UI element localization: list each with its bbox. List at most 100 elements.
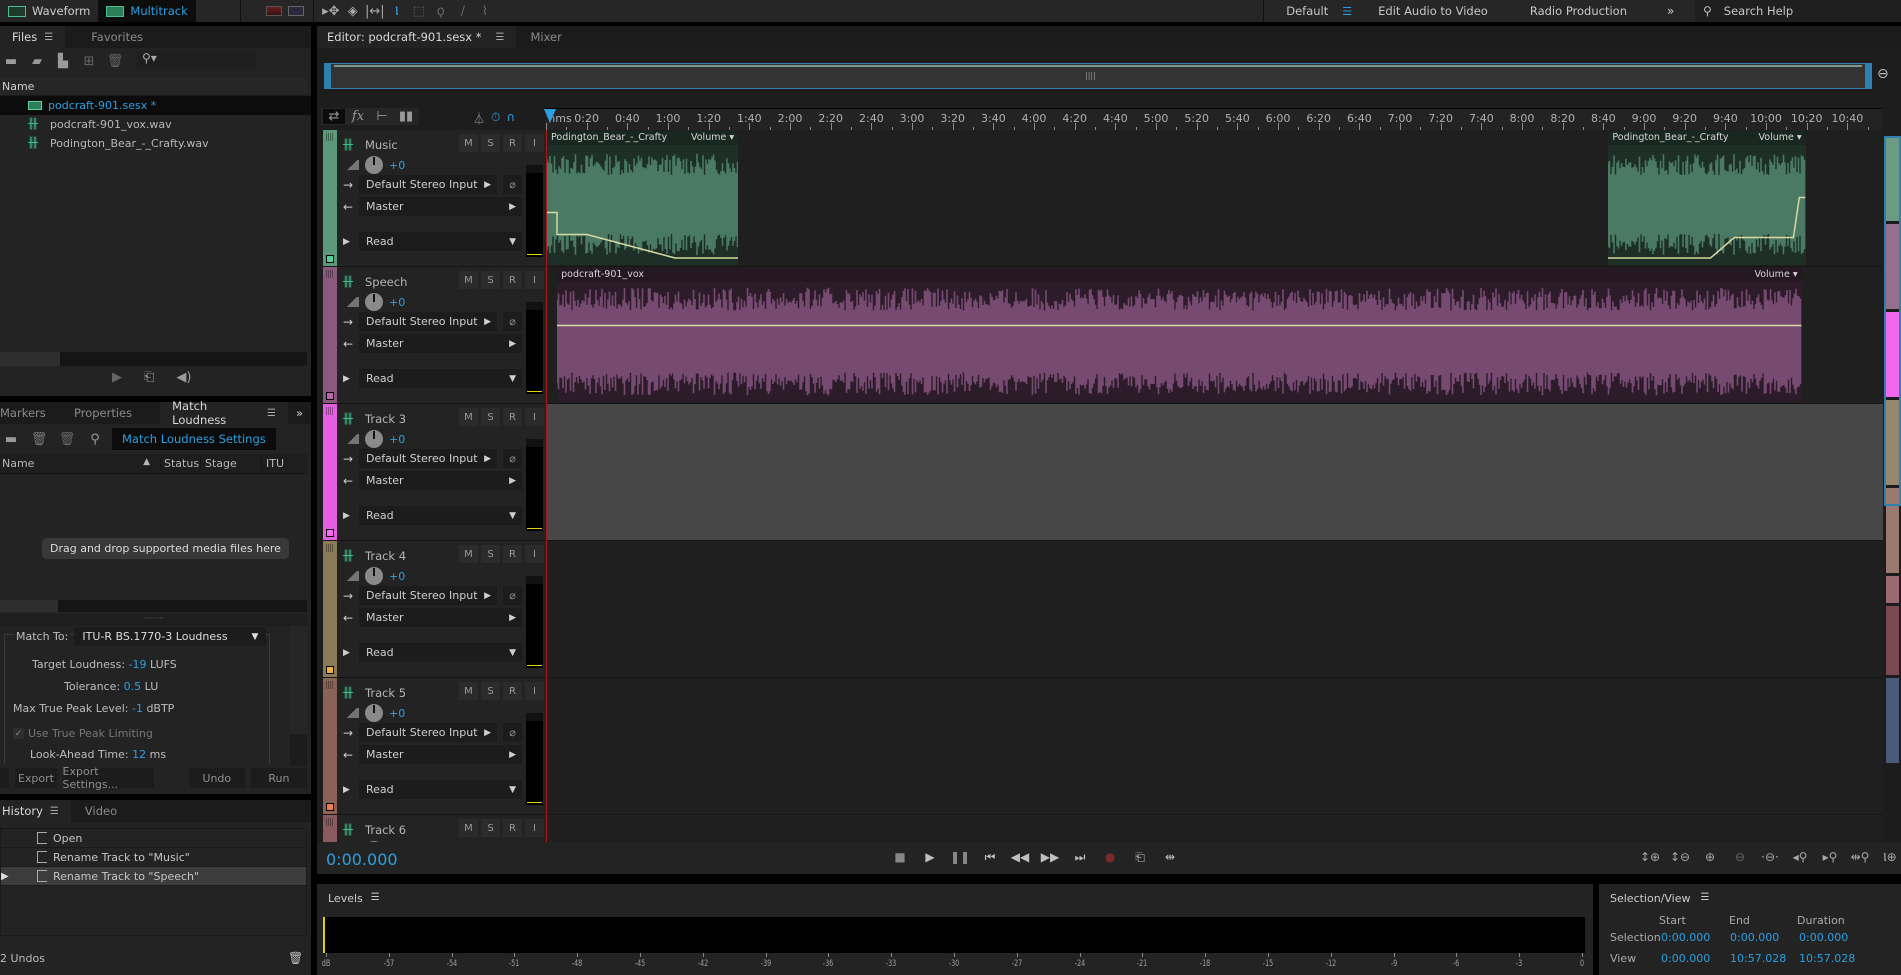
phase-invert-icon[interactable]: ⌀ (503, 175, 522, 194)
automation-mode-dropdown[interactable]: Read ▼ (359, 780, 522, 799)
playhead-handle[interactable] (544, 109, 556, 123)
settings-scrollbar[interactable] (290, 626, 307, 766)
automation-mode-dropdown[interactable]: Read ▼ (359, 643, 522, 662)
track-color-strip[interactable] (323, 541, 337, 677)
track-solo-button[interactable]: S (481, 271, 500, 289)
lookahead-value[interactable]: 12 (132, 748, 146, 761)
track-input-monitor-button[interactable]: I (525, 134, 544, 152)
volume-value[interactable]: +0 (389, 433, 405, 446)
expand-automation-icon[interactable]: ▶ (343, 785, 359, 795)
zoom-in-time-icon[interactable]: ⊕ (1695, 850, 1725, 865)
clear-all-icon[interactable]: 🗑 (56, 432, 78, 447)
input-dropdown[interactable]: Default Stereo Input ▶ (359, 586, 497, 605)
vertical-track-scrollbar[interactable] (1884, 132, 1901, 840)
track-record-arm-button[interactable]: R (503, 271, 522, 289)
selection-end[interactable]: 0:00.000 (1730, 931, 1779, 944)
track-record-arm-button[interactable]: R (503, 408, 522, 426)
true-peak-checkbox[interactable]: ✓ (13, 728, 24, 739)
clip-param-dropdown[interactable]: Volume ▾ (1754, 269, 1797, 281)
track-lane[interactable] (547, 404, 1883, 540)
open-file-icon[interactable]: ▬ (0, 54, 22, 69)
tab-mixer[interactable]: Mixer (516, 26, 574, 48)
zoom-out-amplitude-icon[interactable]: ↕⊖ (1665, 850, 1695, 865)
lasso-tool-icon[interactable]: ϙ (430, 2, 452, 20)
search-help-field[interactable]: ⚲ Search Help (1695, 0, 1901, 22)
audio-clip[interactable]: Podington_Bear_-_Crafty Volume ▾ (547, 131, 739, 265)
output-dropdown[interactable]: Master ▶ (359, 471, 522, 490)
go-to-end-icon[interactable]: ⏭ (1065, 850, 1095, 865)
zoom-to-selection-in-icon[interactable]: ◂⚲ (1785, 850, 1815, 865)
files-horizontal-scrollbar[interactable] (0, 352, 307, 366)
track-navigator-segment[interactable] (1886, 576, 1899, 603)
output-dropdown[interactable]: Master ▶ (359, 334, 522, 353)
zoom-out-full-icon[interactable]: ⊖ (1877, 66, 1889, 82)
track-record-arm-button[interactable]: R (503, 545, 522, 563)
rewind-icon[interactable]: ◀◀ (1005, 850, 1035, 865)
volume-knob[interactable] (365, 567, 383, 585)
drag-handle[interactable] (326, 133, 334, 141)
tab-editor[interactable]: Editor: podcraft-901.sesx * ☰ (317, 26, 517, 48)
track-name[interactable]: ╫╫ Track 6 (343, 823, 406, 837)
view-duration[interactable]: 10:57.028 (1799, 952, 1855, 965)
zoom-to-selection-out-icon[interactable]: ▸⚲ (1815, 850, 1845, 865)
track-color-strip[interactable] (323, 130, 337, 266)
tab-markers[interactable]: Markers (0, 402, 62, 424)
automation-mode-dropdown[interactable]: Read ▼ (359, 369, 522, 388)
match-to-dropdown[interactable]: ITU-R BS.1770-3 Loudness ▼ (74, 627, 267, 646)
output-dropdown[interactable]: Master ▶ (359, 608, 522, 627)
resize-grip[interactable]: ⋯⋯⋯ (0, 614, 307, 626)
overview-left-handle[interactable] (325, 64, 331, 88)
track-solo-button[interactable]: S (481, 819, 500, 837)
workspace-default[interactable]: Default (1264, 4, 1342, 18)
autoplay-icon[interactable]: ◀) (176, 370, 191, 385)
track-solo-button[interactable]: S (481, 545, 500, 563)
track-navigator-segment[interactable] (1886, 678, 1899, 763)
spectral-frequency-icon[interactable] (263, 2, 285, 20)
track-solo-button[interactable]: S (481, 134, 500, 152)
automation-mode-dropdown[interactable]: Read ▼ (359, 232, 522, 251)
trash-icon[interactable]: 🗑 (288, 951, 303, 965)
inputs-outputs-icon[interactable]: ⇄ (323, 109, 345, 124)
razor-tool-icon[interactable]: ◈ (342, 2, 364, 20)
volume-knob[interactable] (365, 704, 383, 722)
track-color-swatch[interactable] (326, 803, 334, 811)
volume-value[interactable]: +0 (389, 570, 405, 583)
volume-knob[interactable] (365, 293, 383, 311)
file-item[interactable]: ╫╫ Podington_Bear_-_Crafty.wav (0, 134, 311, 153)
record-icon[interactable]: ● (1095, 850, 1125, 865)
view-start[interactable]: 0:00.000 (1661, 952, 1710, 965)
tab-match-loudness[interactable]: Match Loudness ☰ (160, 399, 288, 427)
panel-menu-icon[interactable]: ☰ (44, 32, 53, 43)
undo-button[interactable]: Undo (188, 768, 245, 788)
current-time-display[interactable]: 0:00.000 (326, 850, 398, 869)
track-color-swatch[interactable] (326, 392, 334, 400)
volume-knob[interactable] (365, 156, 383, 174)
play-icon[interactable]: ▶ (915, 850, 945, 865)
zoom-in-tracks-icon[interactable]: Ⲓ⊕ (1875, 850, 1901, 865)
new-file-icon[interactable]: ▙ (52, 54, 74, 69)
track-name[interactable]: ╫╫ Music (343, 138, 398, 152)
vertical-scroll-thumb[interactable] (1884, 136, 1901, 506)
zoom-in-amplitude-icon[interactable]: ↕⊕ (1635, 850, 1665, 865)
panel-menu-icon[interactable]: ☰ (495, 32, 504, 43)
track-input-monitor-button[interactable]: I (525, 271, 544, 289)
play-preview-icon[interactable]: ▶ (112, 370, 122, 385)
skip-selection-icon[interactable]: ⇹ (1155, 850, 1185, 865)
loudness-scan-icon[interactable]: ⚲ (84, 432, 106, 447)
clip-param-dropdown[interactable]: Volume ▾ (1759, 132, 1802, 144)
more-tabs-icon[interactable]: » (287, 402, 311, 424)
true-peak-checkbox-row[interactable]: ✓ Use True Peak Limiting (13, 727, 153, 740)
track-color-swatch[interactable] (326, 666, 334, 674)
clip-param-dropdown[interactable]: Volume ▾ (691, 132, 734, 144)
loop-icon[interactable]: ⎗ (1125, 850, 1155, 865)
phase-invert-icon[interactable]: ⌀ (503, 723, 522, 742)
track-name[interactable]: ╫╫ Track 5 (343, 686, 406, 700)
input-dropdown[interactable]: Default Stereo Input ▶ (359, 175, 497, 194)
trash-icon[interactable]: 🗑 (28, 432, 50, 447)
fast-forward-icon[interactable]: ▶▶ (1035, 850, 1065, 865)
insert-into-multitrack-icon[interactable]: ⊞ (78, 54, 100, 69)
files-column-name[interactable]: Name (0, 78, 307, 96)
snapping-icon[interactable]: ∩ (506, 110, 515, 127)
pause-icon[interactable]: ❚❚ (945, 850, 975, 865)
zoom-out-full-icon[interactable]: ·⊖· (1755, 850, 1785, 865)
